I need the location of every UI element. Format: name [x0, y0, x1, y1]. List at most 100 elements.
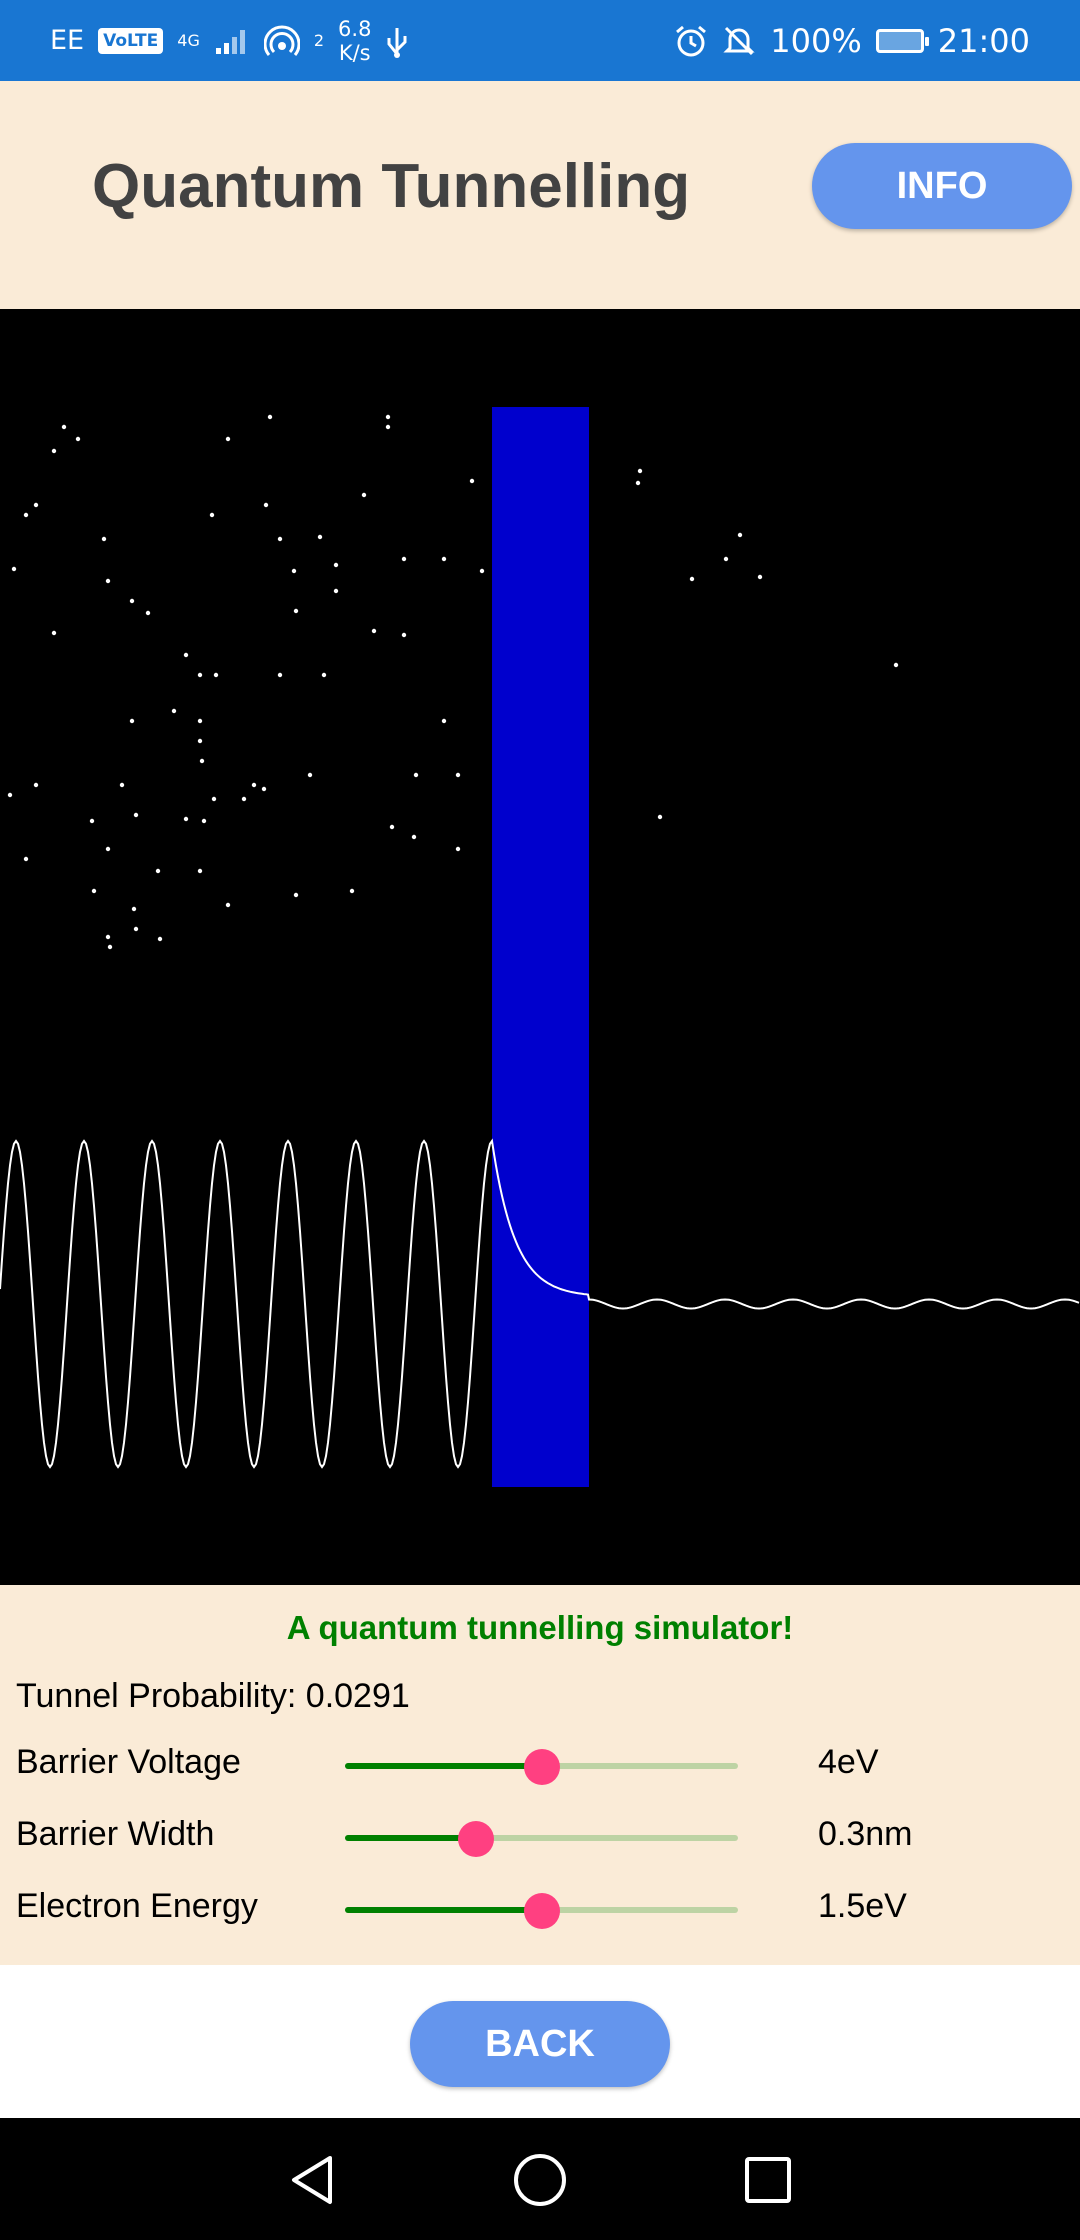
- electron-particle: [371, 628, 377, 634]
- electron-particle: [157, 936, 163, 942]
- battery-charging-icon: [875, 28, 929, 53]
- electron-particle: [267, 414, 273, 420]
- electron-particle: [101, 536, 107, 542]
- electron-particle: [107, 944, 113, 950]
- electron-energy-row: Electron Energy 1.5eV: [0, 1879, 1080, 1939]
- speed-value: 6.8: [338, 16, 372, 41]
- electron-particle: [91, 888, 97, 894]
- electron-particle: [389, 824, 395, 830]
- volte-badge: VoLTE: [98, 27, 164, 54]
- hotspot-count: 2: [313, 31, 325, 50]
- slider-fill: [345, 1835, 476, 1841]
- controls-panel: A quantum tunnelling simulator! Tunnel P…: [0, 1585, 1080, 1965]
- speed-unit: K/s: [338, 40, 371, 65]
- electron-particle: [197, 718, 203, 724]
- electron-particle: [321, 672, 327, 678]
- electron-particle: [689, 576, 695, 582]
- electron-particle: [129, 598, 135, 604]
- electron-particle: [33, 782, 39, 788]
- electron-particle: [33, 502, 39, 508]
- electron-particle: [413, 772, 419, 778]
- electron-particle: [183, 652, 189, 658]
- usb-icon: [387, 27, 407, 58]
- home-circle-icon[interactable]: [508, 2148, 572, 2212]
- electron-particle: [105, 846, 111, 852]
- electron-particle: [209, 512, 215, 518]
- electron-particle: [263, 502, 269, 508]
- electron-particle: [211, 796, 217, 802]
- tagline: A quantum tunnelling simulator!: [286, 1609, 794, 1646]
- barrier-width-value: 0.3nm: [818, 1815, 913, 1853]
- footer-area: BACK: [0, 1965, 1080, 2118]
- electron-particle: [401, 632, 407, 638]
- electron-particle: [61, 424, 67, 430]
- electron-particle: [401, 556, 407, 562]
- electron-particle: [385, 414, 391, 420]
- potential-barrier: [492, 407, 589, 1487]
- electron-particle: [23, 512, 29, 518]
- signal-icon: [215, 29, 245, 54]
- electron-particle: [51, 448, 57, 454]
- electron-particle: [119, 782, 125, 788]
- status-bar: EE VoLTE 4G 2 6.8 K/s 100% 21:00: [0, 0, 1080, 81]
- tunnel-probability: Tunnel Probability: 0.0291: [16, 1677, 410, 1715]
- barrier-voltage-slider[interactable]: [345, 1749, 738, 1785]
- page-title: Quantum Tunnelling: [92, 152, 691, 221]
- electron-particle: [361, 492, 367, 498]
- electron-particle: [349, 888, 355, 894]
- electron-particle: [89, 818, 95, 824]
- electron-particle: [197, 738, 203, 744]
- electron-particles: [7, 414, 899, 950]
- electron-particle: [225, 436, 231, 442]
- electron-particle: [757, 574, 763, 580]
- electron-particle: [11, 566, 17, 572]
- slider-thumb[interactable]: [523, 1749, 560, 1785]
- electron-particle: [441, 718, 447, 724]
- barrier-voltage-row: Barrier Voltage 4eV: [0, 1735, 1080, 1795]
- electron-particle: [105, 578, 111, 584]
- back-triangle-icon[interactable]: [282, 2148, 346, 2212]
- barrier-width-slider[interactable]: [345, 1821, 738, 1857]
- electron-particle: [241, 796, 247, 802]
- electron-particle: [411, 834, 417, 840]
- electron-particle: [225, 902, 231, 908]
- back-button[interactable]: BACK: [410, 2001, 670, 2087]
- electron-particle: [635, 480, 641, 486]
- electron-particle: [293, 892, 299, 898]
- electron-particle: [455, 772, 461, 778]
- barrier-voltage-value: 4eV: [818, 1743, 879, 1781]
- slider-thumb[interactable]: [523, 1893, 560, 1929]
- hotspot-icon: [263, 25, 300, 56]
- electron-particle: [7, 792, 13, 798]
- alarm-icon: [676, 25, 707, 56]
- carrier-name: EE: [50, 25, 85, 56]
- electron-particle: [737, 532, 743, 538]
- electron-particle: [213, 672, 219, 678]
- navigation-bar: [0, 2118, 1080, 2240]
- electron-particle: [291, 568, 297, 574]
- battery-percent: 100%: [770, 21, 862, 60]
- electron-particle: [723, 556, 729, 562]
- electron-particle: [133, 812, 139, 818]
- electron-particle: [333, 562, 339, 568]
- electron-particle: [455, 846, 461, 852]
- electron-particle: [657, 814, 663, 820]
- electron-particle: [171, 708, 177, 714]
- slider-fill: [345, 1763, 542, 1769]
- status-bar-right: 100% 21:00: [674, 22, 1030, 60]
- electron-particle: [307, 772, 313, 778]
- electron-particle: [155, 868, 161, 874]
- electron-particle: [105, 934, 111, 940]
- recents-square-icon[interactable]: [736, 2148, 800, 2212]
- electron-particle: [277, 672, 283, 678]
- network-type: 4G: [177, 31, 200, 50]
- electron-particle: [277, 536, 283, 542]
- info-button[interactable]: INFO: [812, 143, 1072, 229]
- mute-icon: [723, 26, 755, 55]
- app-header: Quantum Tunnelling INFO: [0, 81, 1080, 309]
- barrier-width-row: Barrier Width 0.3nm: [0, 1807, 1080, 1867]
- electron-particle: [133, 926, 139, 932]
- slider-thumb[interactable]: [457, 1821, 494, 1857]
- status-bar-left: EE VoLTE 4G 2 6.8 K/s: [50, 17, 409, 65]
- electron-energy-slider[interactable]: [345, 1893, 738, 1929]
